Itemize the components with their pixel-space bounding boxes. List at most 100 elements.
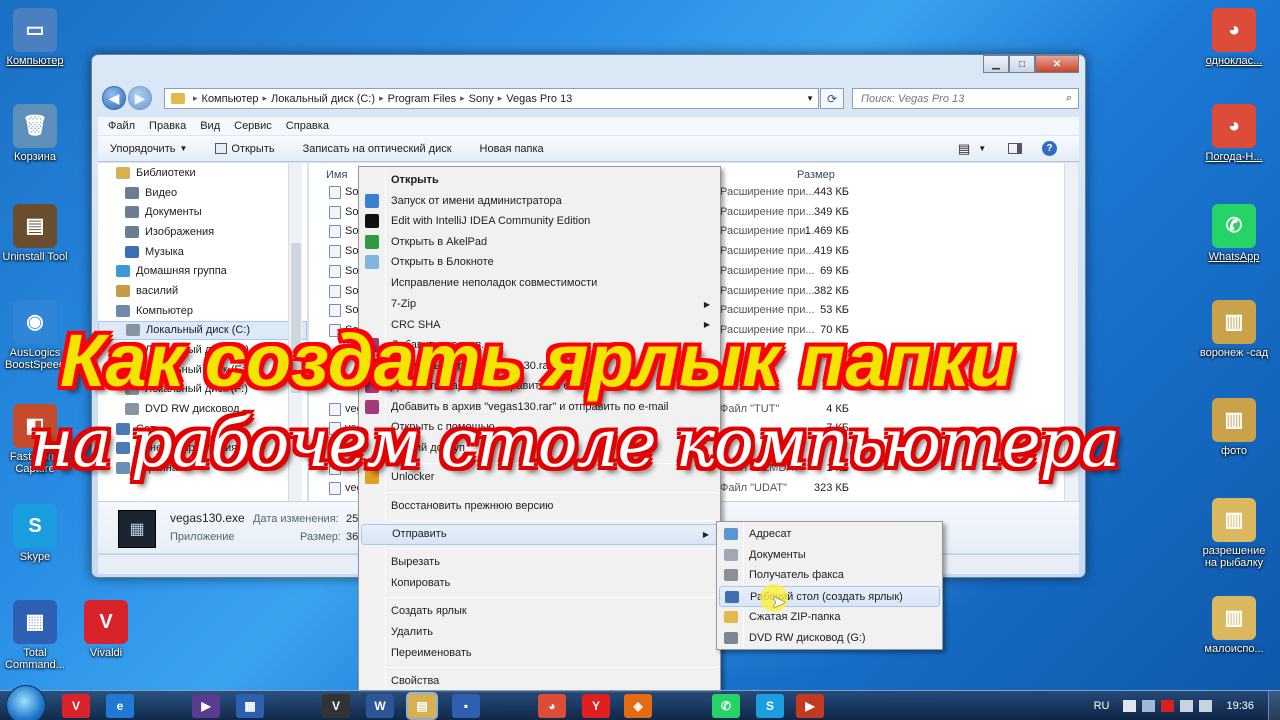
taskbar-app-button[interactable]: ▦ (236, 694, 264, 718)
nav-item[interactable]: василий (98, 281, 307, 301)
taskbar-app-button[interactable]: V (62, 694, 90, 718)
menu-item[interactable]: Файл (108, 120, 135, 132)
menu-item[interactable]: Справка (286, 120, 329, 132)
chevron-right-icon[interactable]: ▸ (460, 93, 465, 104)
desktop-icon[interactable]: ▥ малоиспо... (1199, 596, 1269, 655)
chevron-down-icon[interactable]: ▼ (806, 94, 814, 103)
tray-icon[interactable] (1199, 700, 1213, 712)
preview-pane-button[interactable] (1008, 143, 1022, 154)
context-menu-item[interactable]: Запуск от имени администратора (361, 191, 718, 212)
volume-icon[interactable] (1180, 700, 1194, 712)
chevron-right-icon[interactable]: ▸ (498, 93, 503, 104)
send-to-item[interactable]: Получатель факса (719, 565, 940, 586)
breadcrumb-item[interactable]: Program Files (388, 93, 456, 105)
chevron-right-icon[interactable]: ▸ (193, 93, 198, 104)
chevron-right-icon[interactable]: ▸ (379, 93, 384, 104)
context-menu-item[interactable]: Свойства (361, 671, 718, 692)
taskbar-app-button[interactable]: ▤ (408, 694, 436, 718)
refresh-button[interactable]: ⟳ (820, 88, 844, 109)
context-menu-item[interactable]: Переименовать (361, 643, 718, 664)
context-menu-item[interactable]: Открыть (361, 170, 718, 191)
language-indicator[interactable]: RU (1094, 700, 1110, 712)
menu-item[interactable]: Вид (200, 120, 220, 132)
nav-item[interactable]: Видео (98, 183, 307, 203)
organize-button[interactable]: Упорядочить ▼ (110, 143, 187, 155)
close-button[interactable]: ✕ (1035, 55, 1079, 73)
back-button[interactable]: ◀ (102, 86, 126, 110)
taskbar-app-button[interactable]: ◕ (538, 694, 566, 718)
search-input[interactable]: Поиск: Vegas Pro 13 ⌕ (852, 88, 1079, 109)
file-size: 382 КБ (813, 284, 849, 297)
nav-item[interactable]: Библиотеки (98, 163, 307, 183)
desktop-icon[interactable]: ▤ Uninstall Tool (0, 204, 70, 263)
desktop-icon[interactable]: ◕ однoклас... (1199, 8, 1269, 67)
taskbar-app-button[interactable]: ◈ (624, 694, 652, 718)
breadcrumb-item[interactable]: Локальный диск (C:) (271, 93, 375, 105)
clock[interactable]: 19:36 (1226, 700, 1254, 712)
app-icon: ✆ (1212, 204, 1256, 248)
context-menu-item[interactable]: 7-Zip ▶ (361, 294, 718, 315)
send-to-item[interactable]: Адресат (719, 524, 940, 545)
taskbar-app-button[interactable]: S (756, 694, 784, 718)
menu-item[interactable]: Правка (149, 120, 186, 132)
maximize-button[interactable]: □ (1009, 55, 1035, 73)
open-button[interactable]: Открыть (215, 143, 275, 155)
taskbar-app-button[interactable]: ▶ (192, 694, 220, 718)
taskbar: Ve ▶ ▦ V W ▤ ▪ ◕ Y ◈ ✆ S ▶ RU 19:36 (0, 685, 1280, 720)
desktop-icon[interactable]: ▭ Компьютер (0, 8, 70, 67)
breadcrumb-item[interactable]: Vegas Pro 13 (506, 93, 572, 105)
column-header-size[interactable]: Размер (797, 169, 835, 181)
minimize-button[interactable]: ▁ (983, 55, 1009, 73)
show-desktop-button[interactable] (1268, 691, 1280, 720)
taskbar-app-button[interactable]: ▶ (796, 694, 824, 718)
desktop-icon[interactable]: 🗑 Корзина (0, 104, 70, 163)
context-menu-item[interactable]: Отправить ▶ (361, 524, 718, 545)
details-date-label: Дата изменения: (253, 513, 339, 525)
context-menu-item[interactable]: Edit with IntelliJ IDEA Community Editio… (361, 211, 718, 232)
column-header-name[interactable]: Имя (326, 169, 347, 181)
context-menu-item[interactable]: Создать ярлык (361, 601, 718, 622)
start-button[interactable] (6, 685, 46, 720)
context-menu-item[interactable]: Открыть в Блокноте (361, 252, 718, 273)
taskbar-app-button[interactable]: e (106, 694, 134, 718)
record-icon[interactable] (1161, 700, 1175, 712)
taskbar-app-button[interactable]: ▪ (452, 694, 480, 718)
help-button[interactable]: ? (1042, 141, 1057, 156)
taskbar-app-button[interactable]: V (322, 694, 350, 718)
desktop-icon[interactable]: ▦ Total Command... (0, 600, 70, 671)
send-to-item[interactable]: DVD RW дисковод (G:) (719, 628, 940, 649)
context-menu-item[interactable]: Открыть в AkelPad (361, 232, 718, 253)
context-menu-item[interactable]: Удалить (361, 622, 718, 643)
desktop-icon[interactable]: V Vivaldi (71, 600, 141, 659)
network-icon[interactable] (1142, 700, 1156, 712)
context-menu-item[interactable]: Копировать (361, 573, 718, 594)
menu-item[interactable]: Сервис (234, 120, 272, 132)
taskbar-app-button[interactable]: ✆ (712, 694, 740, 718)
nav-item[interactable]: Домашняя группа (98, 261, 307, 281)
nav-item[interactable]: Изображения (98, 222, 307, 242)
desktop-icon[interactable]: S Skype (0, 504, 70, 563)
desktop-icon[interactable]: ▥ разрешение на рыбалку (1199, 498, 1269, 569)
view-options-button[interactable]: ▤ ▼ (958, 141, 986, 157)
burn-button[interactable]: Записать на оптический диск (303, 143, 452, 155)
taskbar-app-button[interactable]: Y (582, 694, 610, 718)
send-to-item[interactable]: Рабочий стол (создать ярлык) (719, 586, 940, 607)
context-menu-item[interactable]: Восстановить прежнюю версию (361, 496, 718, 517)
breadcrumb-item[interactable]: Sony (469, 93, 494, 105)
nav-item[interactable]: Музыка (98, 242, 307, 262)
desktop-icon[interactable]: ✆ WhatsApp (1199, 204, 1269, 263)
nav-item[interactable]: Документы (98, 202, 307, 222)
context-menu-item[interactable]: Исправление неполадок совместимости (361, 273, 718, 294)
desktop-icon[interactable]: ◕ Погода-Н... (1199, 104, 1269, 163)
address-bar[interactable]: ▸ Компьютер ▸ Локальный диск (C:) ▸ Program F… (164, 88, 819, 109)
context-menu-item[interactable]: Вырезать (361, 552, 718, 573)
chevron-right-icon[interactable]: ▸ (262, 93, 267, 104)
breadcrumb-item[interactable]: Компьютер (202, 93, 259, 105)
new-folder-button[interactable]: Новая папка (480, 143, 544, 155)
details-filename: vegas130.exe (170, 511, 245, 525)
send-to-item[interactable]: Сжатая ZIP-папка (719, 607, 940, 628)
flag-icon[interactable] (1123, 700, 1137, 712)
taskbar-app-button[interactable]: W (366, 694, 394, 718)
forward-button[interactable]: ▶ (128, 86, 152, 110)
send-to-item[interactable]: Документы (719, 545, 940, 566)
